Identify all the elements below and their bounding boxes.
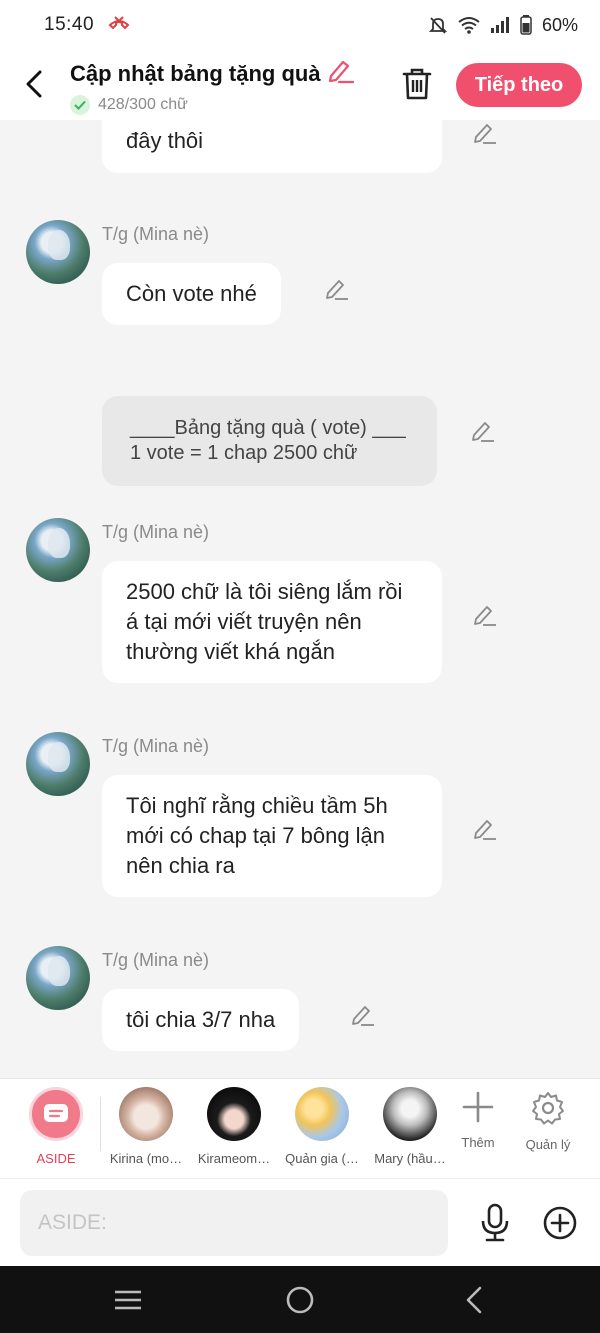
character-item[interactable]: Quản gia (… <box>280 1087 364 1166</box>
back-arrow-icon <box>466 1286 482 1314</box>
delete-button[interactable] <box>400 66 434 102</box>
back-button[interactable] <box>20 68 48 100</box>
mute-bell-icon <box>428 15 448 35</box>
message-bubble[interactable]: Còn vote nhé <box>102 263 281 325</box>
word-count-row: 428/300 chữ <box>70 95 355 115</box>
signal-icon <box>490 16 510 34</box>
plus-icon <box>462 1091 494 1123</box>
header-titles: Cập nhật bảng tặng quà 428/300 chữ <box>70 58 355 115</box>
system-back-button[interactable] <box>458 1284 490 1316</box>
add-label: Thêm <box>461 1135 495 1150</box>
narration-line: 1 vote = 1 chap 2500 chữ <box>130 442 358 464</box>
character-label: Mary (hầu… <box>374 1151 446 1166</box>
message-text: 2500 chữ là tôi siêng lắm rồi á tại mới … <box>126 579 403 664</box>
narration-bubble[interactable]: ____Bảng tặng quà ( vote) ___ 1 vote = 1… <box>102 396 437 486</box>
message-bubble[interactable]: đây thôi <box>102 120 442 173</box>
home-circle-icon <box>286 1286 314 1314</box>
message-author: T/g (Mina nè) <box>102 224 210 244</box>
word-count: 428/300 chữ <box>98 96 188 113</box>
message-bubble[interactable]: 2500 chữ là tôi siêng lắm rồi á tại mới … <box>102 561 442 683</box>
edit-icon[interactable] <box>350 1002 376 1028</box>
message-bubble[interactable]: Tôi nghĩ rằng chiều tầm 5h mới có chap t… <box>102 775 442 897</box>
input-bar <box>0 1178 600 1266</box>
manage-label: Quản lý <box>525 1137 571 1152</box>
character-item[interactable]: Kirina (mo… <box>104 1087 188 1166</box>
recents-button[interactable] <box>112 1284 144 1316</box>
aside-avatar <box>29 1087 83 1141</box>
aside-chat-icon <box>44 1104 68 1122</box>
message-bubble[interactable]: tôi chia 3/7 nha <box>102 989 300 1051</box>
avatar[interactable] <box>26 518 90 582</box>
battery-percent: 60% <box>541 14 578 35</box>
character-item[interactable]: Mary (hầu… <box>368 1087 452 1166</box>
avatar[interactable] <box>26 946 90 1010</box>
edit-icon[interactable] <box>472 120 498 146</box>
avatar[interactable] <box>26 732 90 796</box>
edit-icon[interactable] <box>472 602 498 628</box>
aside-input[interactable] <box>20 1190 448 1256</box>
next-button[interactable]: Tiếp theo <box>456 63 582 107</box>
status-time: 15:40 <box>44 14 95 35</box>
character-aside[interactable]: ASIDE <box>14 1087 98 1166</box>
character-label: Kirameom… <box>197 1151 271 1166</box>
avatar <box>383 1087 437 1141</box>
divider <box>100 1097 101 1151</box>
battery-icon <box>520 15 532 35</box>
missed-call-icon <box>108 15 130 36</box>
mic-button[interactable] <box>478 1203 514 1243</box>
menu-icon <box>115 1290 141 1310</box>
page-title: Cập nhật bảng tặng quà <box>70 60 321 86</box>
attach-button[interactable] <box>542 1205 578 1241</box>
character-bar: ASIDE Kirina (mo… Kirameom… Quản gia (… … <box>0 1078 600 1178</box>
status-icons: 60% <box>428 15 578 36</box>
chat-area[interactable]: đây thôi T/g (Mina nè) Còn vote nhé ____… <box>0 120 600 1078</box>
add-character-button[interactable]: Thêm <box>443 1091 513 1150</box>
message-text: tôi chia 3/7 nha <box>126 1007 276 1032</box>
header: Cập nhật bảng tặng quà 428/300 chữ Tiếp … <box>0 50 600 120</box>
character-label: Kirina (mo… <box>109 1151 183 1166</box>
avatar <box>295 1087 349 1141</box>
character-label: ASIDE <box>36 1151 76 1166</box>
edit-icon[interactable] <box>470 418 496 444</box>
message-text: Tôi nghĩ rằng chiều tầm 5h mới có chap t… <box>126 793 388 878</box>
character-item[interactable]: Kirameom… <box>192 1087 276 1166</box>
edit-icon[interactable] <box>324 276 350 302</box>
avatar[interactable] <box>26 220 90 284</box>
plus-circle-icon <box>543 1206 577 1240</box>
avatar <box>119 1087 173 1141</box>
status-bar: 15:40 60% <box>0 0 600 50</box>
home-button[interactable] <box>284 1284 316 1316</box>
wifi-icon <box>458 16 480 34</box>
avatar <box>207 1087 261 1141</box>
character-label: Quản gia (… <box>285 1151 359 1166</box>
message-author: T/g (Mina nè) <box>102 522 210 542</box>
message-text: đây thôi <box>126 128 204 153</box>
narration-line: ____Bảng tặng quà ( vote) ___ <box>130 417 406 439</box>
microphone-icon <box>481 1203 509 1242</box>
manage-button[interactable]: Quản lý <box>513 1091 583 1152</box>
gear-icon <box>532 1092 564 1125</box>
trash-icon <box>402 68 432 100</box>
edit-title-icon[interactable] <box>327 58 355 89</box>
check-icon <box>70 95 90 115</box>
chevron-left-icon <box>26 70 42 98</box>
edit-icon[interactable] <box>472 816 498 842</box>
system-nav-bar <box>0 1266 600 1333</box>
message-author: T/g (Mina nè) <box>102 950 210 970</box>
message-author: T/g (Mina nè) <box>102 736 210 756</box>
message-text: Còn vote nhé <box>126 281 257 306</box>
